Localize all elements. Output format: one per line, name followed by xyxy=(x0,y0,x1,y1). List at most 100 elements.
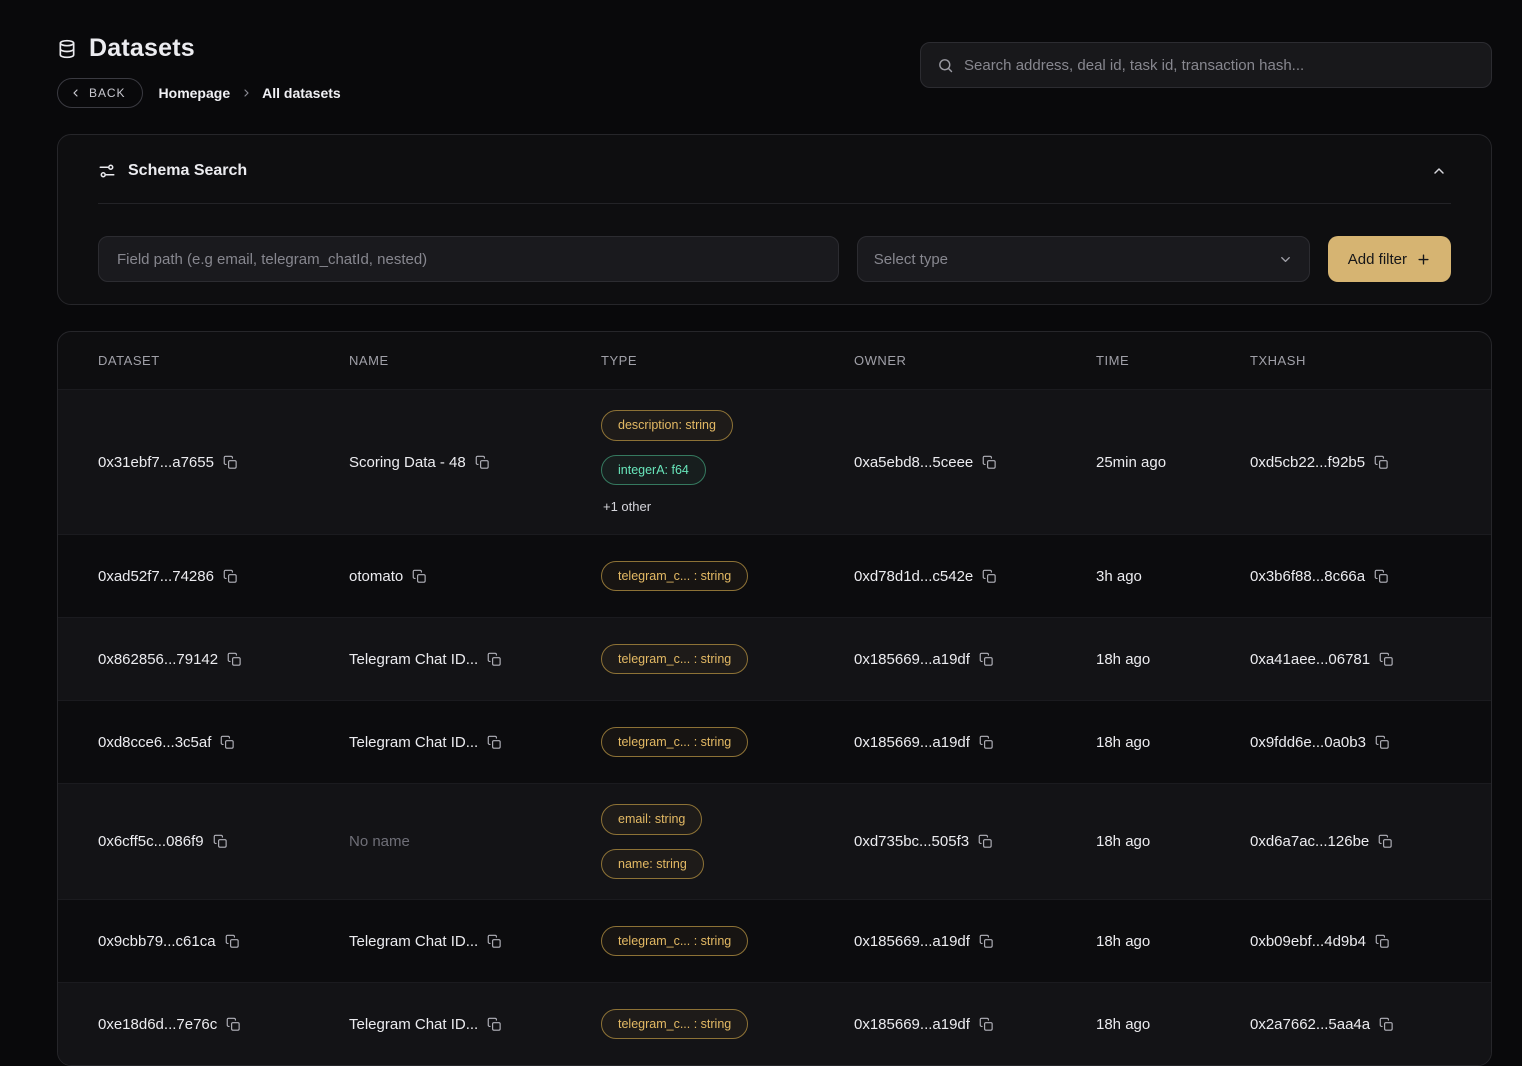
txhash-value: 0x3b6f88...8c66a xyxy=(1250,568,1365,585)
txhash-value: 0xa41aee...06781 xyxy=(1250,651,1370,668)
table-row[interactable]: 0x31ebf7...a7655 Scoring Data - 48 descr… xyxy=(58,389,1491,534)
table-row[interactable]: 0xe18d6d...7e76c Telegram Chat ID... tel… xyxy=(58,982,1491,1065)
copy-icon[interactable] xyxy=(1374,569,1389,584)
type-tag: telegram_c... : string xyxy=(601,561,748,592)
owner-address: 0xd735bc...505f3 xyxy=(854,833,969,850)
dataset-id: 0xd8cce6...3c5af xyxy=(98,734,211,751)
copy-icon[interactable] xyxy=(213,834,228,849)
type-tags-cell: telegram_c... : string xyxy=(601,541,854,612)
copy-icon[interactable] xyxy=(487,735,502,750)
copy-icon[interactable] xyxy=(979,652,994,667)
col-header-txhash: TXHASH xyxy=(1250,353,1459,368)
type-tag: name: string xyxy=(601,849,704,880)
type-tag: telegram_c... : string xyxy=(601,926,748,957)
plus-icon xyxy=(1416,252,1431,267)
copy-icon[interactable] xyxy=(227,652,242,667)
collapse-panel-button[interactable] xyxy=(1427,159,1451,183)
owner-cell: 0x185669...a19df xyxy=(854,1016,1096,1033)
table-row[interactable]: 0x9cbb79...c61ca Telegram Chat ID... tel… xyxy=(58,899,1491,982)
type-tag: telegram_c... : string xyxy=(601,1009,748,1040)
type-tags-cell: description: stringintegerA: f64+1 other xyxy=(601,390,854,534)
txhash-value: 0x9fdd6e...0a0b3 xyxy=(1250,734,1366,751)
search-icon xyxy=(937,57,954,74)
copy-icon[interactable] xyxy=(1375,735,1390,750)
txhash-cell: 0x2a7662...5aa4a xyxy=(1250,1016,1459,1033)
breadcrumb-homepage[interactable]: Homepage xyxy=(159,85,231,101)
copy-icon[interactable] xyxy=(220,735,235,750)
copy-icon[interactable] xyxy=(487,652,502,667)
col-header-owner: OWNER xyxy=(854,353,1096,368)
copy-icon[interactable] xyxy=(982,455,997,470)
txhash-value: 0x2a7662...5aa4a xyxy=(1250,1016,1370,1033)
copy-icon[interactable] xyxy=(225,934,240,949)
owner-cell: 0x185669...a19df xyxy=(854,651,1096,668)
schema-search-panel: Schema Search Select type Add filter xyxy=(57,134,1492,305)
time-value: 18h ago xyxy=(1096,933,1150,950)
search-input[interactable] xyxy=(964,57,1475,74)
owner-address: 0xd78d1d...c542e xyxy=(854,568,973,585)
dataset-id: 0x9cbb79...c61ca xyxy=(98,933,216,950)
time-value: 18h ago xyxy=(1096,651,1150,668)
copy-icon[interactable] xyxy=(223,455,238,470)
time-value: 18h ago xyxy=(1096,1016,1150,1033)
copy-icon[interactable] xyxy=(978,834,993,849)
type-select[interactable]: Select type xyxy=(857,236,1310,282)
dataset-id: 0x6cff5c...086f9 xyxy=(98,833,204,850)
chevron-down-icon xyxy=(1278,252,1293,267)
back-label: BACK xyxy=(89,86,126,100)
table-row[interactable]: 0x862856...79142 Telegram Chat ID... tel… xyxy=(58,617,1491,700)
copy-icon[interactable] xyxy=(979,934,994,949)
chevron-up-icon xyxy=(1431,163,1447,179)
copy-icon[interactable] xyxy=(979,735,994,750)
name-cell: otomato xyxy=(349,568,601,585)
owner-address: 0xa5ebd8...5ceee xyxy=(854,454,973,471)
schema-search-title-group: Schema Search xyxy=(98,162,247,180)
table-row[interactable]: 0xd8cce6...3c5af Telegram Chat ID... tel… xyxy=(58,700,1491,783)
copy-icon[interactable] xyxy=(487,1017,502,1032)
dataset-name: No name xyxy=(349,833,410,850)
copy-icon[interactable] xyxy=(982,569,997,584)
type-tag: description: string xyxy=(601,410,733,441)
owner-cell: 0x185669...a19df xyxy=(854,933,1096,950)
type-select-value: Select type xyxy=(874,251,948,268)
add-filter-button[interactable]: Add filter xyxy=(1328,236,1451,282)
copy-icon[interactable] xyxy=(475,455,490,470)
time-value: 18h ago xyxy=(1096,833,1150,850)
owner-address: 0x185669...a19df xyxy=(854,651,970,668)
breadcrumb-all-datasets[interactable]: All datasets xyxy=(262,85,341,101)
owner-address: 0x185669...a19df xyxy=(854,1016,970,1033)
time-cell: 18h ago xyxy=(1096,833,1250,850)
owner-cell: 0xa5ebd8...5ceee xyxy=(854,454,1096,471)
time-cell: 3h ago xyxy=(1096,568,1250,585)
time-cell: 18h ago xyxy=(1096,1016,1250,1033)
copy-icon[interactable] xyxy=(1374,455,1389,470)
dataset-cell: 0xad52f7...74286 xyxy=(98,568,349,585)
type-tag: telegram_c... : string xyxy=(601,644,748,675)
copy-icon[interactable] xyxy=(412,569,427,584)
schema-search-title: Schema Search xyxy=(128,162,247,180)
copy-icon[interactable] xyxy=(979,1017,994,1032)
copy-icon[interactable] xyxy=(1379,652,1394,667)
col-header-name: NAME xyxy=(349,353,601,368)
copy-icon[interactable] xyxy=(1378,834,1393,849)
name-cell: Telegram Chat ID... xyxy=(349,651,601,668)
type-tags-cell: telegram_c... : string xyxy=(601,624,854,695)
copy-icon[interactable] xyxy=(1379,1017,1394,1032)
copy-icon[interactable] xyxy=(487,934,502,949)
time-cell: 18h ago xyxy=(1096,651,1250,668)
back-button[interactable]: BACK xyxy=(57,78,143,108)
field-path-input[interactable] xyxy=(98,236,839,282)
dataset-name: Telegram Chat ID... xyxy=(349,933,478,950)
global-search-bar[interactable] xyxy=(920,42,1492,88)
txhash-value: 0xd5cb22...f92b5 xyxy=(1250,454,1365,471)
time-cell: 18h ago xyxy=(1096,734,1250,751)
header-left: Datasets BACK Homepage All datasets xyxy=(57,34,341,108)
copy-icon[interactable] xyxy=(1375,934,1390,949)
add-filter-label: Add filter xyxy=(1348,251,1407,268)
dataset-cell: 0x6cff5c...086f9 xyxy=(98,833,349,850)
dataset-name: Scoring Data - 48 xyxy=(349,454,466,471)
table-row[interactable]: 0xad52f7...74286 otomato telegram_c... :… xyxy=(58,534,1491,617)
table-row[interactable]: 0x6cff5c...086f9 No name email: stringna… xyxy=(58,783,1491,899)
copy-icon[interactable] xyxy=(223,569,238,584)
copy-icon[interactable] xyxy=(226,1017,241,1032)
